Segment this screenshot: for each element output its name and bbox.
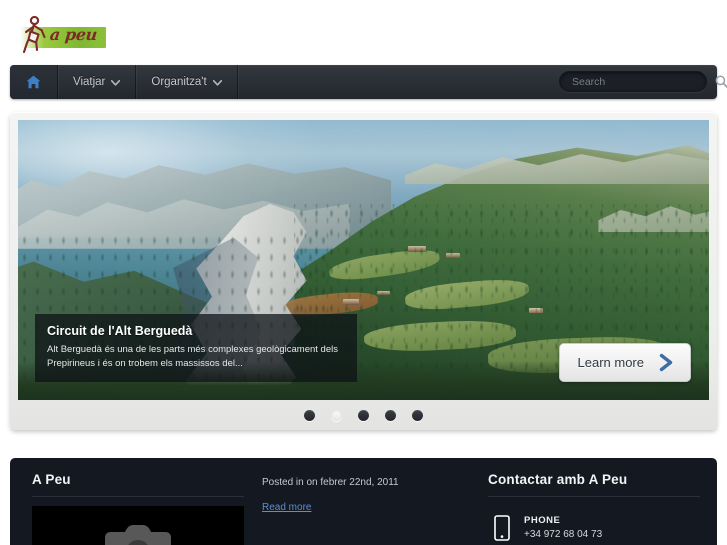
contact-title: Contactar amb A Peu [488, 472, 628, 487]
chevron-down-icon [212, 79, 222, 86]
contact-column: Contactar amb A Peu PHONE +34 972 68 04 … [488, 472, 700, 541]
slider-frame: Circuit de l'Alt Berguedà Alt Berguedà é… [10, 112, 717, 430]
camera-placeholder-icon [105, 525, 171, 545]
read-more-link[interactable]: Read more [262, 502, 311, 513]
search-submit-button[interactable] [713, 75, 727, 88]
main-navbar: Viatjar Organitza't [10, 65, 727, 99]
post-title: A Peu [32, 472, 71, 487]
search-box[interactable] [559, 71, 727, 92]
slider-stage[interactable]: Circuit de l'Alt Berguedà Alt Berguedà é… [18, 120, 709, 400]
phone-value: +34 972 68 04 73 [524, 529, 603, 540]
post-date: Posted in on febrer 22nd, 2011 [262, 477, 399, 488]
mobile-phone-icon [494, 515, 510, 541]
chevron-down-icon [111, 79, 121, 86]
page-root: a peu Viatjar Organitza't Search Circuit… [0, 0, 727, 545]
logo-wordmark: a peu [49, 25, 98, 44]
slide-caption: Circuit de l'Alt Berguedà Alt Berguedà é… [35, 313, 357, 382]
divider [488, 496, 700, 497]
walking-person-icon [22, 15, 46, 54]
slide-caption-text: Alt Berguedà és una de les parts més com… [47, 343, 338, 369]
slider-pagination [10, 400, 717, 430]
site-header: a peu [0, 0, 727, 65]
nav-item-viatjar[interactable]: Viatjar [58, 65, 137, 99]
slider-dot-active[interactable] [331, 409, 342, 421]
slider-dot[interactable] [304, 409, 315, 421]
search-icon [715, 75, 727, 88]
search-input[interactable] [560, 75, 713, 88]
nav-item-label: Organitza't [151, 76, 207, 88]
home-icon [26, 75, 41, 89]
slide-caption-title: Circuit de l'Alt Berguedà [47, 323, 193, 338]
slider-dot[interactable] [358, 409, 369, 421]
content-panel: A Peu Posted in on febrer 22nd, 2011 Rea… [10, 458, 717, 545]
contact-phone-row: PHONE +34 972 68 04 73 [488, 515, 700, 541]
nav-item-home[interactable] [10, 65, 58, 99]
contact-phone-text: PHONE +34 972 68 04 73 [524, 515, 602, 540]
post-column: A Peu [32, 472, 244, 545]
phone-label: PHONE [524, 515, 561, 526]
divider [32, 496, 244, 497]
slider-dot[interactable] [412, 409, 423, 421]
nav-item-organitzat[interactable]: Organitza't [136, 65, 238, 99]
post-meta-column: Posted in on febrer 22nd, 2011 Read more [262, 477, 462, 515]
learn-more-label: Learn more [577, 355, 644, 370]
nav-item-label: Viatjar [73, 76, 106, 88]
learn-more-button[interactable]: Learn more [558, 343, 691, 382]
post-thumbnail[interactable] [32, 506, 244, 545]
site-logo[interactable]: a peu [14, 13, 106, 55]
slider-dot[interactable] [385, 409, 396, 421]
chevron-right-icon [659, 353, 673, 372]
